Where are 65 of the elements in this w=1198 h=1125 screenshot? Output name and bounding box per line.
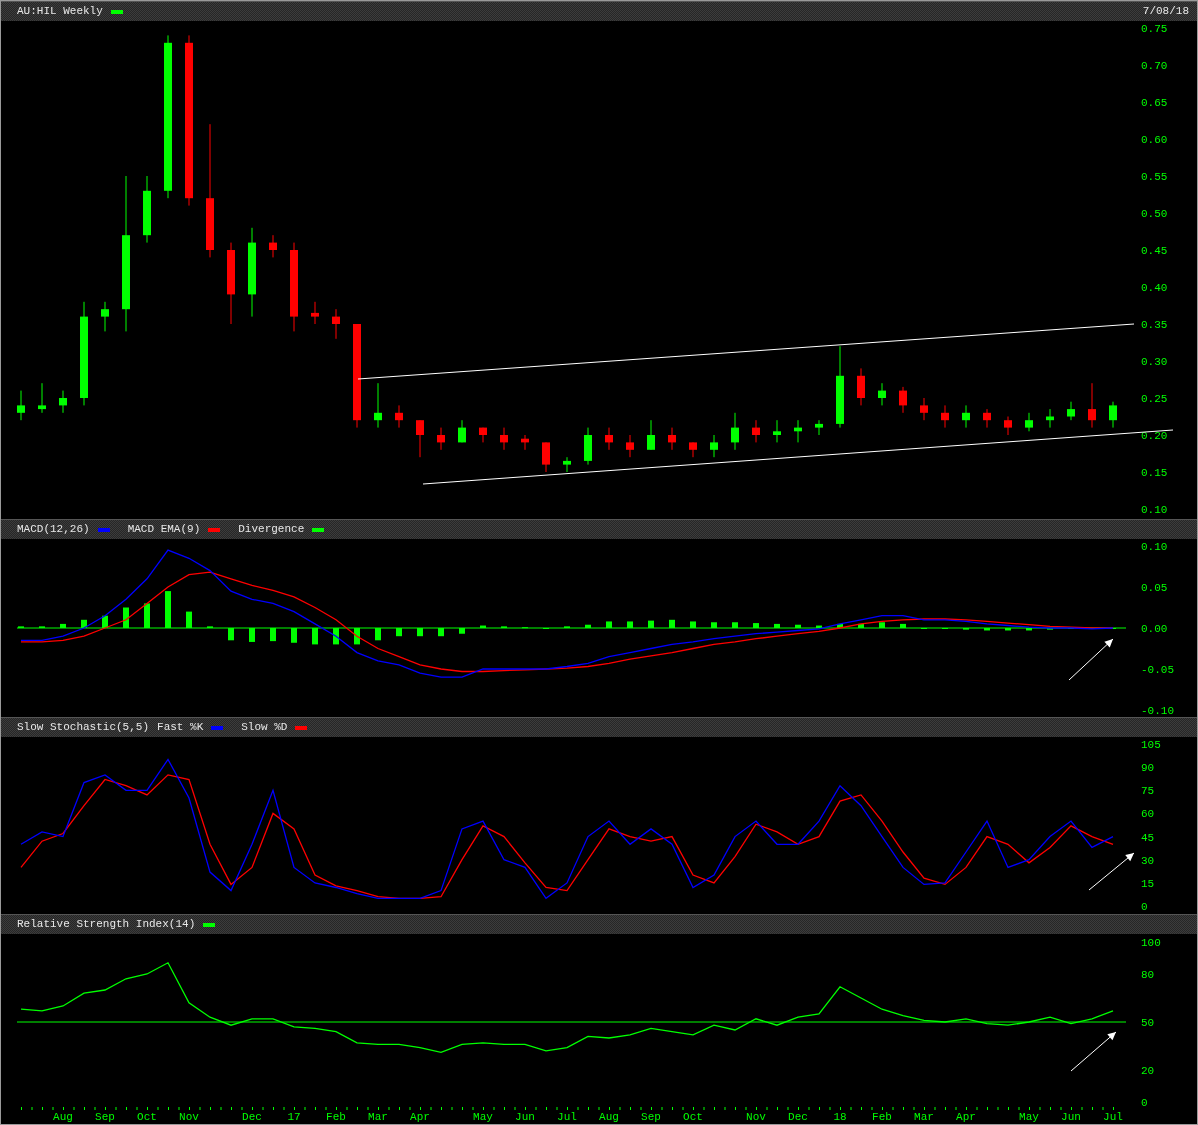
chart-date: 7/08/18 <box>1142 4 1189 20</box>
axis-label: Dec <box>788 1111 808 1123</box>
legend-label: Fast %K <box>157 720 204 736</box>
axis-label: 0.10 <box>1141 541 1168 553</box>
chart-title: Slow Stochastic(5,5) <box>17 720 150 736</box>
axis-label: 50 <box>1141 1017 1155 1029</box>
axis-label: 0.50 <box>1141 208 1168 220</box>
axis-label: 0.35 <box>1141 319 1168 331</box>
legend-label: Relative Strength Index(14) <box>17 917 196 933</box>
legend-label: MACD(12,26) <box>17 522 90 538</box>
axis-label: 60 <box>1141 808 1155 821</box>
axis-label: 0.60 <box>1141 134 1168 146</box>
axis-label: 0.45 <box>1141 245 1168 257</box>
axis-label: 0 <box>1141 901 1148 913</box>
legend-label: Slow %D <box>241 720 288 736</box>
axis-label: 0.25 <box>1141 393 1168 405</box>
axis-label: 0.55 <box>1141 171 1168 183</box>
axis-label: 0.40 <box>1141 282 1168 294</box>
axis-label: Sep <box>95 1111 115 1123</box>
axis-label: 20 <box>1141 1065 1155 1077</box>
axis-label: Aug <box>599 1111 619 1123</box>
axis-label: 0.05 <box>1141 582 1168 594</box>
legend-label: Divergence <box>238 522 305 538</box>
axis-label: Dec <box>242 1111 262 1123</box>
axis-label: Jul <box>557 1111 577 1123</box>
axis-label: May <box>1019 1111 1039 1123</box>
axis-label: 0.65 <box>1141 97 1168 109</box>
axis-label: Sep <box>641 1111 661 1123</box>
axis-label: May <box>473 1111 493 1123</box>
axis-label: Feb <box>326 1111 346 1123</box>
axis-label: 0.20 <box>1141 430 1168 442</box>
axis-label: 75 <box>1141 785 1155 798</box>
axis-label: 0.15 <box>1141 467 1168 479</box>
axis-label: 80 <box>1141 969 1155 981</box>
axis-label: -0.05 <box>1141 664 1174 676</box>
axis-label: Jun <box>1061 1111 1081 1123</box>
axis-label: 0.00 <box>1141 623 1168 635</box>
axis-label: -0.10 <box>1141 705 1174 717</box>
axis-label: 0.70 <box>1141 60 1168 72</box>
legend-label: MACD EMA(9) <box>127 522 201 538</box>
axis-label: 45 <box>1141 831 1155 844</box>
axis-label: 105 <box>1141 739 1161 751</box>
axis-label: Nov <box>179 1111 199 1123</box>
axis-label: 0 <box>1141 1097 1148 1106</box>
axis-label: 15 <box>1141 877 1155 890</box>
axis-label: 30 <box>1141 854 1155 867</box>
chart-title: AU:HIL Weekly <box>17 4 103 20</box>
axis-label: Oct <box>137 1111 157 1123</box>
axis-label: Jul <box>1103 1111 1123 1123</box>
axis-label: Apr <box>956 1111 976 1123</box>
axis-label: Oct <box>683 1111 703 1123</box>
axis-label: Jun <box>515 1111 535 1123</box>
axis-label: 17 <box>287 1111 301 1123</box>
axis-label: Nov <box>746 1111 766 1123</box>
axis-label: 100 <box>1141 937 1161 949</box>
axis-label: 0.75 <box>1141 23 1168 35</box>
axis-label: Mar <box>368 1111 388 1123</box>
axis-label: 90 <box>1141 762 1155 775</box>
axis-label: Mar <box>914 1111 934 1123</box>
axis-label: Apr <box>410 1111 430 1123</box>
axis-label: 0.30 <box>1141 356 1168 368</box>
axis-label: Feb <box>872 1111 892 1123</box>
axis-label: Aug <box>53 1111 73 1123</box>
axis-label: 0.10 <box>1141 504 1168 516</box>
axis-label: 18 <box>833 1111 847 1123</box>
